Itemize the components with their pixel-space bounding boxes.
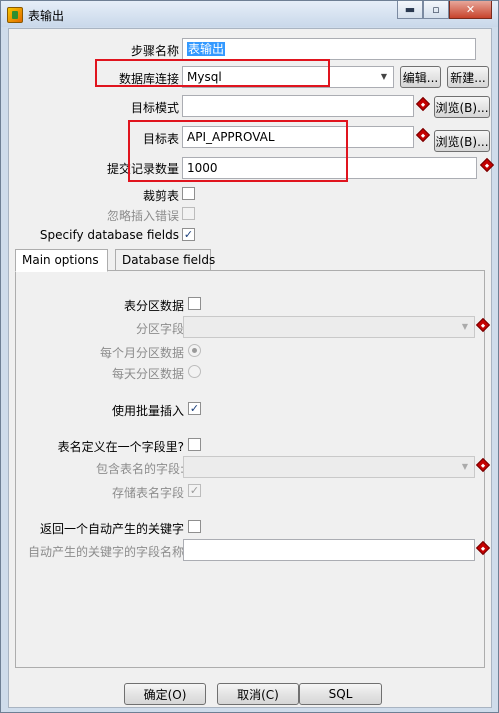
partition-checkbox[interactable] [188, 297, 201, 310]
main-options-panel: 表分区数据 分区字段 ▼ 每个月分区数据 每天分区数据 使用批量插入 ✓ 表名定… [15, 270, 491, 668]
table-name-field-label: 包含表名的字段: [95, 462, 184, 476]
table-name-field-select[interactable]: ▼ [183, 456, 475, 478]
ignore-errors-label: 忽略插入错误 [106, 209, 179, 223]
partition-field-select[interactable]: ▼ [183, 316, 475, 338]
dialog-window: 表输出 ▬ ▫ ✕ 步骤名称 表输出 数据库连接 Mysql ▼ 编辑... 新… [0, 0, 499, 713]
tab-database-fields[interactable]: Database fields [115, 249, 215, 271]
close-button[interactable]: ✕ [449, 1, 492, 19]
step-name-label: 步骤名称 [130, 44, 179, 58]
key-field-name-label: 自动产生的关键字的字段名称 [27, 545, 184, 559]
ok-button[interactable]: 确定(O) [124, 683, 206, 705]
partition-daily-radio[interactable] [188, 365, 201, 378]
return-key-checkbox[interactable] [188, 520, 201, 533]
specify-fields-label: Specify database fields [39, 228, 179, 242]
return-key-label: 返回一个自动产生的关键字 [39, 522, 184, 536]
connection-select[interactable]: Mysql ▼ [182, 66, 394, 88]
commit-size-label: 提交记录数量 [106, 162, 179, 176]
partition-monthly-label: 每个月分区数据 [99, 346, 184, 360]
step-name-input[interactable]: 表输出 [182, 38, 476, 60]
dialog-content: 步骤名称 表输出 数据库连接 Mysql ▼ 编辑... 新建... 目标模式 … [8, 28, 495, 708]
store-table-name-checkbox[interactable]: ✓ [188, 484, 201, 497]
edit-connection-button[interactable]: 编辑... [400, 66, 441, 88]
target-table-label: 目标表 [142, 132, 179, 146]
variable-icon [475, 457, 491, 473]
connection-value: Mysql [187, 70, 222, 84]
commit-size-value: 1000 [187, 161, 218, 175]
maximize-button[interactable]: ▫ [423, 1, 449, 19]
target-table-input[interactable]: API_APPROVAL [182, 126, 414, 148]
browse-table-button[interactable]: 浏览(B)... [434, 130, 490, 152]
variable-icon [415, 127, 431, 143]
sql-button[interactable]: SQL [299, 683, 382, 705]
step-name-value: 表输出 [187, 42, 226, 56]
partition-monthly-radio[interactable] [188, 344, 201, 357]
cancel-button[interactable]: 取消(C) [217, 683, 299, 705]
variable-icon [479, 157, 495, 173]
minimize-button[interactable]: ▬ [397, 1, 423, 19]
variable-icon [475, 540, 491, 556]
title-bar[interactable]: 表输出 ▬ ▫ ✕ [1, 1, 498, 27]
partition-daily-label: 每天分区数据 [111, 367, 184, 381]
app-icon [7, 7, 23, 23]
chevron-down-icon[interactable]: ▼ [375, 67, 393, 87]
chevron-down-icon[interactable]: ▼ [456, 317, 474, 337]
target-table-value: API_APPROVAL [187, 130, 275, 144]
truncate-checkbox[interactable] [182, 187, 195, 200]
truncate-label: 裁剪表 [142, 189, 179, 203]
batch-insert-checkbox[interactable]: ✓ [188, 402, 201, 415]
commit-size-input[interactable]: 1000 [182, 157, 477, 179]
specify-fields-checkbox[interactable]: ✓ [182, 228, 195, 241]
table-in-field-label: 表名定义在一个字段里? [57, 440, 184, 454]
browse-schema-button[interactable]: 浏览(B)... [434, 96, 490, 118]
key-field-name-input[interactable] [183, 539, 475, 561]
window-title: 表输出 [28, 9, 65, 23]
table-in-field-checkbox[interactable] [188, 438, 201, 451]
batch-insert-label: 使用批量插入 [111, 404, 184, 418]
schema-label: 目标模式 [130, 101, 179, 115]
chevron-down-icon[interactable]: ▼ [456, 457, 474, 477]
variable-icon [415, 96, 431, 112]
tab-main-options[interactable]: Main options [15, 249, 108, 272]
schema-input[interactable] [182, 95, 414, 117]
ignore-errors-checkbox[interactable] [182, 207, 195, 220]
partition-field-label: 分区字段 [135, 322, 184, 336]
store-table-name-label: 存储表名字段 [111, 486, 184, 500]
new-connection-button[interactable]: 新建... [447, 66, 489, 88]
partition-label: 表分区数据 [123, 299, 184, 313]
variable-icon [475, 317, 491, 333]
connection-label: 数据库连接 [118, 72, 179, 86]
